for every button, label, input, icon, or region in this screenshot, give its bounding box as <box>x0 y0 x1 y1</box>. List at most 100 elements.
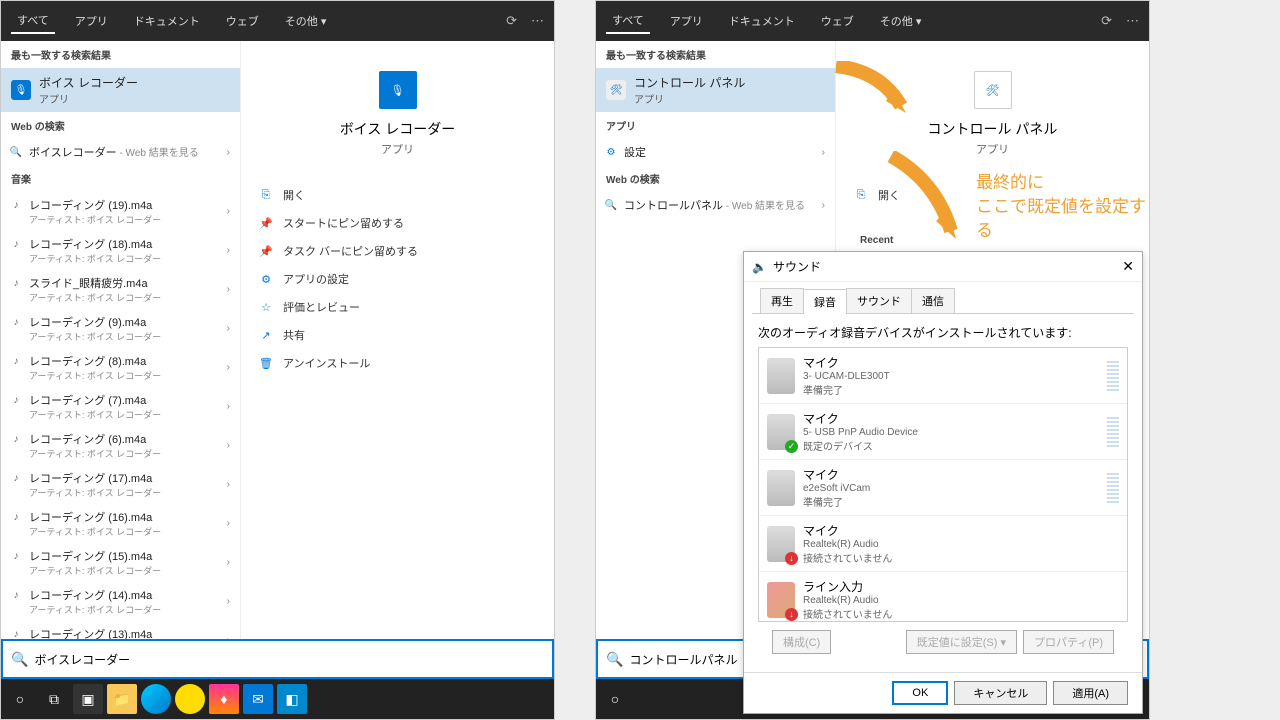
action-icon: ⚙ <box>259 273 273 286</box>
tab-documents[interactable]: ドキュメント <box>723 9 801 33</box>
chevron-right-icon: › <box>227 147 230 158</box>
ok-button[interactable]: OK <box>892 681 948 705</box>
apps-header: アプリ <box>596 112 835 139</box>
music-item[interactable]: ♪レコーディング (13).m4aアーティスト: ボイス レコーダー› <box>1 621 240 639</box>
tab-web[interactable]: ウェブ <box>220 9 265 33</box>
tab-playback[interactable]: 再生 <box>760 288 804 313</box>
chevron-right-icon: › <box>227 362 230 373</box>
apply-button[interactable]: 適用(A) <box>1053 681 1128 705</box>
tab-apps[interactable]: アプリ <box>664 9 709 33</box>
properties-button[interactable]: プロパティ(P) <box>1023 630 1114 654</box>
tab-all[interactable]: すべて <box>606 8 650 34</box>
more-icon[interactable]: ⋯ <box>1126 13 1139 29</box>
tab-documents[interactable]: ドキュメント <box>128 9 206 33</box>
search-input-bar[interactable]: 🔍 <box>1 639 554 679</box>
feedback-icon[interactable]: ⟳ <box>1101 13 1112 29</box>
preview-action[interactable]: ⎘開く <box>255 181 540 209</box>
music-item[interactable]: ♪レコーディング (18).m4aアーティスト: ボイス レコーダー› <box>1 231 240 270</box>
search-icon: 🔍 <box>11 651 28 668</box>
preview-action[interactable]: ↗共有 <box>255 321 540 349</box>
tab-all[interactable]: すべて <box>11 8 55 34</box>
microphone-icon <box>767 358 795 394</box>
chevron-right-icon: › <box>227 518 230 529</box>
audio-file-icon: ♪ <box>9 276 23 290</box>
tab-more[interactable]: その他 ▾ <box>279 9 333 33</box>
level-meter <box>1107 361 1119 391</box>
chevron-right-icon: › <box>227 479 230 490</box>
hero-subtitle: アプリ <box>850 141 1135 157</box>
music-item[interactable]: ♪レコーディング (7).m4aアーティスト: ボイス レコーダー› <box>1 387 240 426</box>
level-meter <box>1107 417 1119 447</box>
cancel-button[interactable]: キャンセル <box>954 681 1047 705</box>
web-search-header: Web の検索 <box>596 165 835 192</box>
voice-recorder-icon: 🎙 <box>11 80 31 100</box>
configure-button[interactable]: 構成(C) <box>772 630 831 654</box>
speaker-icon: 🔈 <box>752 260 767 274</box>
taskbar-app-icon[interactable]: ▣ <box>73 684 103 714</box>
device-row[interactable]: ✓マイク5- USB PnP Audio Device既定のデバイス <box>759 404 1127 460</box>
best-match-item[interactable]: 🎙 ボイス レコーダー アプリ <box>1 68 240 112</box>
best-match-item[interactable]: 🛠 コントロール パネル アプリ <box>596 68 835 112</box>
taskbar-app2-icon[interactable]: ◧ <box>277 684 307 714</box>
device-row[interactable]: マイクe2eSoft iVCam準備完了 <box>759 460 1127 516</box>
tab-apps[interactable]: アプリ <box>69 9 114 33</box>
music-item[interactable]: ♪レコーディング (6).m4aアーティスト: ボイス レコーダー› <box>1 426 240 465</box>
sound-tabs: 再生 録音 サウンド 通信 <box>752 282 1134 314</box>
close-icon[interactable]: ✕ <box>1122 258 1134 275</box>
tab-more[interactable]: その他 ▾ <box>874 9 928 33</box>
search-icon: 🔍 <box>604 198 618 212</box>
audio-file-icon: ♪ <box>9 588 23 602</box>
preview-action[interactable]: 📌スタートにピン留めする <box>255 209 540 237</box>
tab-recording[interactable]: 録音 <box>803 289 847 314</box>
dialog-title: サウンド <box>773 258 821 275</box>
search-topbar: すべて アプリ ドキュメント ウェブ その他 ▾ ⟳ ⋯ <box>596 1 1149 41</box>
device-row[interactable]: ↓ライン入力Realtek(R) Audio接続されていません <box>759 572 1127 622</box>
music-item[interactable]: ♪レコーディング (14).m4aアーティスト: ボイス レコーダー› <box>1 582 240 621</box>
preview-action[interactable]: ☆評価とレビュー <box>255 293 540 321</box>
music-item[interactable]: ♪レコーディング (15).m4aアーティスト: ボイス レコーダー› <box>1 543 240 582</box>
chevron-right-icon: › <box>227 284 230 295</box>
taskbar-cortana-icon[interactable]: ○ <box>5 684 35 714</box>
audio-file-icon: ♪ <box>9 393 23 407</box>
preview-action[interactable]: 🗑アンインストール <box>255 349 540 377</box>
action-icon: ↗ <box>259 329 273 342</box>
search-pane-voice-recorder: すべて アプリ ドキュメント ウェブ その他 ▾ ⟳ ⋯ 最も一致する検索結果 … <box>0 0 555 720</box>
search-pane-control-panel: すべて アプリ ドキュメント ウェブ その他 ▾ ⟳ ⋯ 最も一致する検索結果 … <box>595 0 1150 720</box>
device-row[interactable]: マイク3- UCAM-DLE300T準備完了 <box>759 348 1127 404</box>
taskbar-cortana-icon[interactable]: ○ <box>600 684 630 714</box>
taskbar-taskview-icon[interactable]: ⧉ <box>39 684 69 714</box>
taskbar-yellow-icon[interactable] <box>175 684 205 714</box>
microphone-icon <box>767 470 795 506</box>
taskbar: ○ ⧉ ▣ 📁 ♦ ✉ ◧ <box>1 679 554 719</box>
web-search-item[interactable]: 🔍 コントロールパネル - Web 結果を見る › <box>596 192 835 218</box>
open-action[interactable]: ⎘ 開く <box>850 181 1135 209</box>
music-item[interactable]: ♪レコーディング (17).m4aアーティスト: ボイス レコーダー› <box>1 465 240 504</box>
taskbar-explorer-icon[interactable]: 📁 <box>107 684 137 714</box>
more-icon[interactable]: ⋯ <box>531 13 544 29</box>
preview-action[interactable]: ⚙アプリの設定 <box>255 265 540 293</box>
search-input[interactable] <box>34 652 544 666</box>
device-row[interactable]: ↓マイクRealtek(R) Audio接続されていません <box>759 516 1127 572</box>
web-search-item[interactable]: 🔍 ボイスレコーダー - Web 結果を見る › <box>1 139 240 165</box>
taskbar-outlook-icon[interactable]: ✉ <box>243 684 273 714</box>
taskbar-flame-icon[interactable]: ♦ <box>209 684 239 714</box>
music-item[interactable]: ♪レコーディング (16).m4aアーティスト: ボイス レコーダー› <box>1 504 240 543</box>
set-default-button[interactable]: 既定値に設定(S) ▾ <box>906 630 1017 654</box>
music-item[interactable]: ♪レコーディング (19).m4aアーティスト: ボイス レコーダー› <box>1 192 240 231</box>
control-panel-icon: 🛠 <box>606 80 626 100</box>
audio-file-icon: ♪ <box>9 354 23 368</box>
settings-item[interactable]: ⚙ 設定 › <box>596 139 835 165</box>
preview-action[interactable]: 📌タスク バーにピン留めする <box>255 237 540 265</box>
taskbar-edge-icon[interactable] <box>141 684 171 714</box>
feedback-icon[interactable]: ⟳ <box>506 13 517 29</box>
device-list[interactable]: マイク3- UCAM-DLE300T準備完了✓マイク5- USB PnP Aud… <box>758 347 1128 622</box>
tab-communications[interactable]: 通信 <box>911 288 955 313</box>
audio-file-icon: ♪ <box>9 627 23 639</box>
music-item[interactable]: ♪レコーディング (9).m4aアーティスト: ボイス レコーダー› <box>1 309 240 348</box>
hero-title: コントロール パネル <box>850 119 1135 139</box>
music-item[interactable]: ♪レコーディング (8).m4aアーティスト: ボイス レコーダー› <box>1 348 240 387</box>
voice-recorder-hero-icon: 🎙 <box>379 71 417 109</box>
tab-web[interactable]: ウェブ <box>815 9 860 33</box>
tab-sounds[interactable]: サウンド <box>846 288 912 313</box>
music-item[interactable]: ♪スライド_眼精疲労.m4aアーティスト: ボイス レコーダー› <box>1 270 240 309</box>
